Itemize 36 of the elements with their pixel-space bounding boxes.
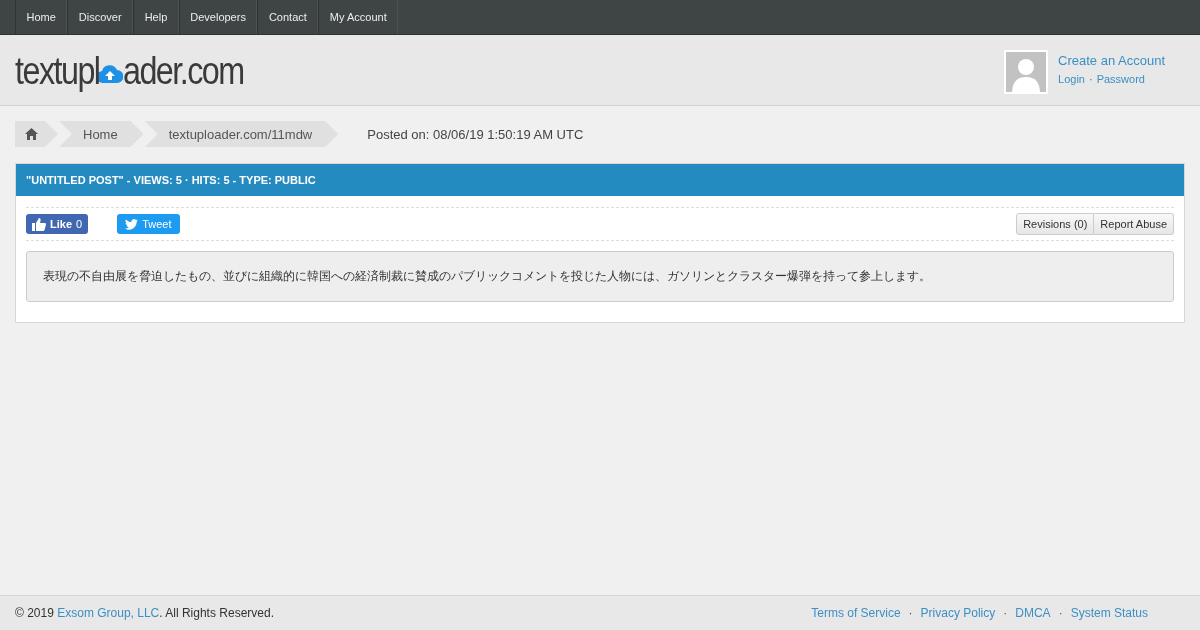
tweet-button[interactable]: Tweet [117,214,180,234]
post-title: "UNTITLED POST" - VIEWS: 5 · HITS: 5 - TYPE: PUBLIC [26,174,316,186]
avatar-icon [1004,50,1049,94]
cloud-upload-icon [97,63,124,85]
home-icon [25,128,38,140]
like-button[interactable]: Like 0 [26,214,89,234]
posted-date: Posted on: 08/06/19 1:50:19 AM UTC [367,126,584,142]
separator-dot: · [1088,73,1093,85]
bird-icon [125,218,139,230]
nav-link[interactable]: Contact [257,0,319,34]
footer-link[interactable]: System Status [1070,606,1148,620]
copyright-text: © 2019 [15,606,54,620]
nav-link[interactable]: My Account [318,0,399,34]
post-text: 表現の不自由展を脅迫したもの、並びに組織的に韓国への経済制裁に賛成のパブリックコメントを投じた人物には、ガソリンとクラスター爆弾を持って参上します。 [43,268,932,285]
breadcrumb-home[interactable] [15,121,58,147]
logo-text: ader.com [123,49,244,93]
nav-link[interactable]: Developers [178,0,258,34]
nav-link[interactable]: Home [15,0,68,34]
password-link[interactable]: Password [1096,73,1145,85]
action-button[interactable]: Report Abuse [1094,213,1174,235]
login-link[interactable]: Login [1058,73,1085,85]
nav-link[interactable]: Discover [67,0,134,34]
breadcrumb-item[interactable]: textuploader.com/11mdw [144,121,339,147]
footer-link[interactable]: Terms of Service [811,606,901,620]
separator-dot: · [1058,606,1063,620]
action-button[interactable]: Revisions (0) [1016,213,1095,235]
nav-link[interactable]: Help [133,0,179,34]
footer-link[interactable]: DMCA [1015,606,1051,620]
thumbs-up-icon [32,217,46,231]
create-account-link[interactable]: Create an Account [1058,53,1165,68]
breadcrumb-item[interactable]: Home [59,121,144,147]
logo-text: textupl [15,49,100,93]
separator-dot: · [1003,606,1008,620]
footer-link[interactable]: Privacy Policy [920,606,996,620]
separator-dot: · [908,606,913,620]
rights-text: . All Rights Reserved. [159,606,274,620]
